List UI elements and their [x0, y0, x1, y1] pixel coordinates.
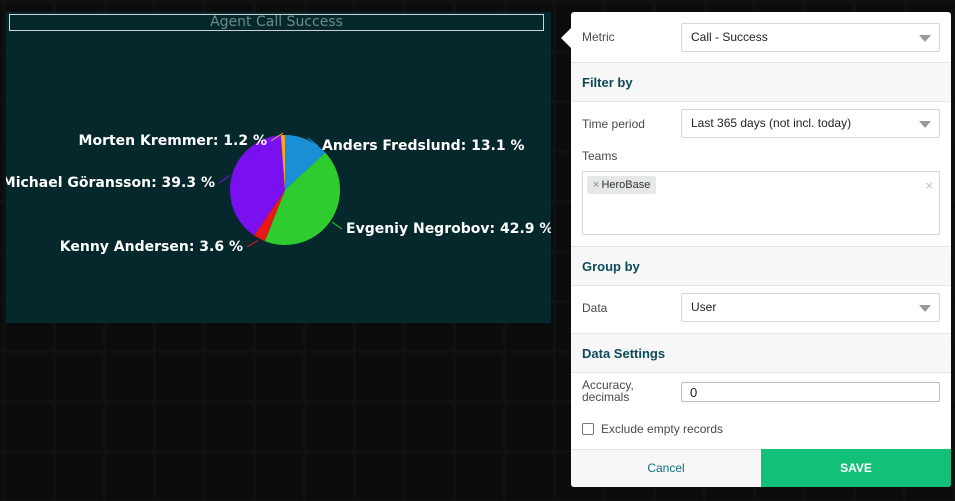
filter-section-header: Filter by — [571, 62, 951, 102]
team-tag-label: HeroBase — [601, 179, 651, 191]
data-settings-section-header: Data Settings — [571, 333, 951, 373]
pie-data-label: Kenny Andersen: 3.6 % — [60, 239, 243, 255]
time-period-select-value: Last 365 days (not incl. today) — [691, 116, 852, 130]
widget-settings-panel: Metric Call - Success Filter by Time per… — [571, 12, 951, 487]
group-section-title: Group by — [582, 259, 640, 274]
pie-data-label: Anders Fredslund: 13.1 % — [322, 138, 525, 154]
data-settings-section-title: Data Settings — [582, 346, 666, 361]
pie-data-label: Morten Kremmer: 1.2 % — [79, 133, 267, 149]
accuracy-input[interactable] — [681, 382, 940, 402]
exclude-empty-checkbox[interactable] — [582, 423, 594, 435]
pie-data-label: Evgeniy Negrobov: 42.9 % — [346, 221, 551, 237]
exclude-empty-label: Exclude empty records — [601, 422, 724, 436]
clear-teams-icon[interactable]: × — [925, 178, 933, 193]
data-select-value: User — [691, 300, 717, 314]
pie-chart: Anders Fredslund: 13.1 % Evgeniy Negrobov… — [6, 132, 551, 255]
cancel-button[interactable]: Cancel — [571, 449, 761, 487]
time-period-select[interactable]: Last 365 days (not incl. today) — [681, 109, 940, 138]
widget-title[interactable]: Agent Call Success — [9, 14, 544, 31]
chart-widget: Anders Fredslund: 13.1 % Evgeniy Negrobov… — [6, 12, 551, 323]
metric-select-value: Call - Success — [691, 30, 768, 44]
save-button[interactable]: SAVE — [761, 449, 951, 487]
metric-label: Metric — [582, 30, 615, 44]
pie-leader-line — [218, 174, 231, 184]
pie-leader-line — [246, 239, 259, 248]
data-label: Data — [582, 301, 608, 315]
teams-multiselect[interactable]: × HeroBase × — [582, 171, 940, 235]
chevron-down-icon — [919, 305, 931, 312]
time-period-label: Time period — [582, 117, 645, 131]
metric-select[interactable]: Call - Success — [681, 23, 940, 52]
teams-label: Teams — [582, 149, 618, 163]
tag-remove-icon[interactable]: × — [593, 179, 599, 191]
accuracy-label: Accuracy, decimals — [582, 379, 634, 403]
team-tag: × HeroBase — [587, 176, 657, 194]
pie-data-label: Michael Göransson: 39.3 % — [6, 175, 215, 191]
chevron-down-icon — [919, 121, 931, 128]
group-section-header: Group by — [571, 246, 951, 286]
chevron-down-icon — [919, 35, 931, 42]
filter-section-title: Filter by — [582, 75, 633, 90]
pie-leader-line — [331, 221, 343, 230]
accuracy-label-line2: decimals — [582, 390, 630, 404]
data-select[interactable]: User — [681, 293, 940, 322]
panel-pointer — [561, 28, 571, 48]
